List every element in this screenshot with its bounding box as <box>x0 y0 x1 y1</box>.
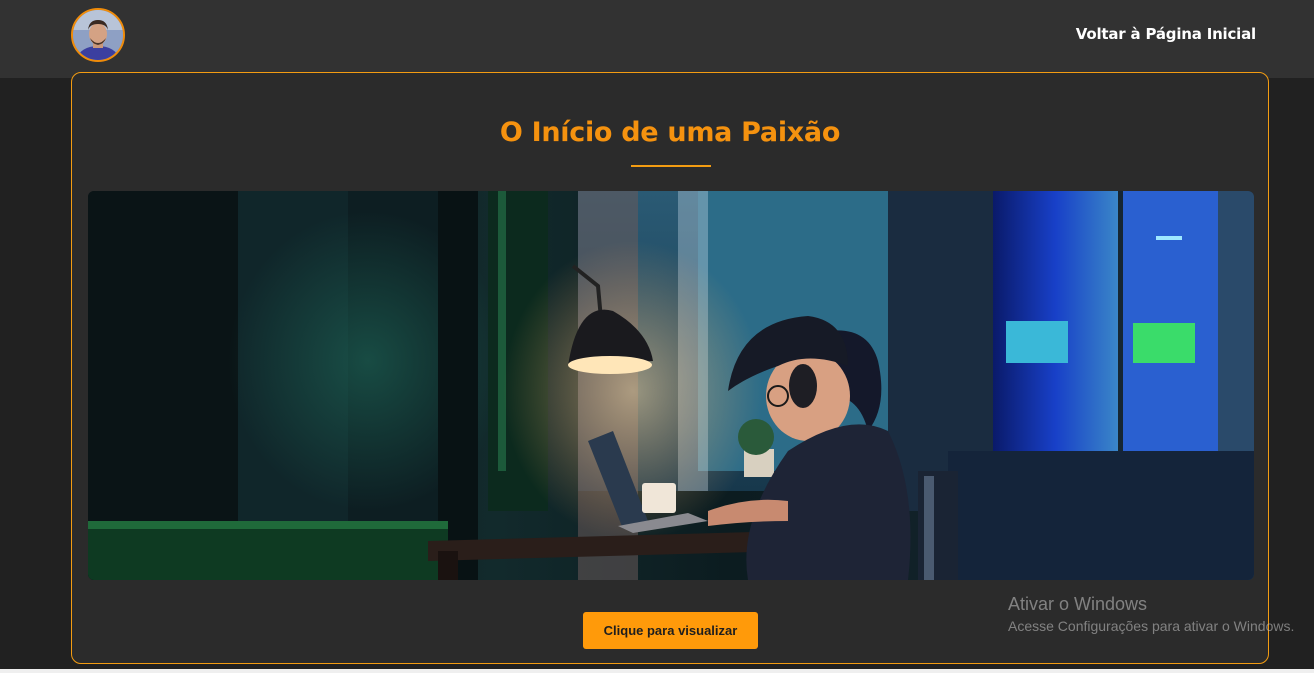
windows-activation-watermark: Ativar o Windows Acesse Configurações pa… <box>1008 594 1294 634</box>
title-underline <box>631 165 711 167</box>
page-title: O Início de uma Paixão <box>499 117 841 148</box>
view-button[interactable]: Clique para visualizar <box>583 612 758 649</box>
top-navbar: Voltar à Página Inicial <box>0 0 1314 78</box>
home-link[interactable]: Voltar à Página Inicial <box>1076 25 1256 43</box>
hero-image <box>88 191 1254 580</box>
avatar[interactable] <box>71 8 125 62</box>
boy-coding-at-night-illustration <box>88 191 1254 580</box>
bottom-edge <box>0 669 1314 673</box>
watermark-title: Ativar o Windows <box>1008 594 1148 614</box>
content-card: O Início de uma Paixão Clique para visua… <box>71 72 1269 664</box>
profile-photo-icon <box>73 10 123 60</box>
watermark-subtitle: Acesse Configurações para ativar o Windo… <box>1008 618 1295 634</box>
